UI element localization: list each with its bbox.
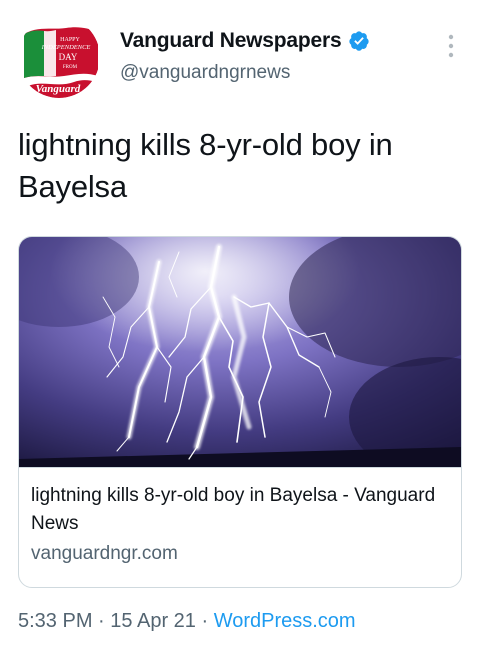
display-name[interactable]: Vanguard Newspapers	[120, 29, 342, 53]
tweet-meta: 5:33 PM · 15 Apr 21 · WordPress.com	[18, 610, 356, 633]
meta-separator-2: ·	[201, 610, 209, 632]
tweet: HAPPY INDEPENDENCE DAY FROM Vanguard Van…	[0, 0, 480, 652]
tweet-date[interactable]: 15 Apr 21	[110, 610, 196, 632]
card-domain: vanguardngr.com	[31, 543, 178, 564]
user-names: Vanguard Newspapers @vanguardngrnews	[120, 26, 370, 84]
avatar-line4: FROM	[63, 65, 78, 70]
avatar-line1: HAPPY	[60, 37, 80, 43]
user-handle[interactable]: @vanguardngrnews	[120, 62, 370, 84]
verified-badge-icon	[349, 31, 370, 51]
avatar[interactable]: HAPPY INDEPENDENCE DAY FROM Vanguard	[18, 16, 100, 98]
more-vertical-icon[interactable]	[444, 32, 458, 62]
avatar-line3: DAY	[59, 52, 78, 62]
display-name-row: Vanguard Newspapers	[120, 26, 370, 56]
card-body: lightning kills 8-yr-old boy in Bayelsa …	[19, 468, 461, 568]
tweet-time[interactable]: 5:33 PM	[18, 610, 92, 632]
avatar-image: HAPPY INDEPENDENCE DAY FROM Vanguard	[18, 16, 100, 98]
link-card[interactable]: lightning kills 8-yr-old boy in Bayelsa …	[18, 236, 462, 588]
lightning-photo	[19, 237, 461, 468]
meta-separator: ·	[98, 610, 105, 632]
tweet-source-link[interactable]: WordPress.com	[214, 610, 356, 632]
avatar-line2: INDEPENDENCE	[41, 44, 91, 51]
card-title: lightning kills 8-yr-old boy in Bayelsa …	[31, 485, 436, 534]
tweet-text: lightning kills 8-yr-old boy in Bayelsa	[18, 127, 393, 204]
avatar-brand: Vanguard	[36, 83, 81, 95]
tweet-header: HAPPY INDEPENDENCE DAY FROM Vanguard Van…	[18, 14, 462, 100]
